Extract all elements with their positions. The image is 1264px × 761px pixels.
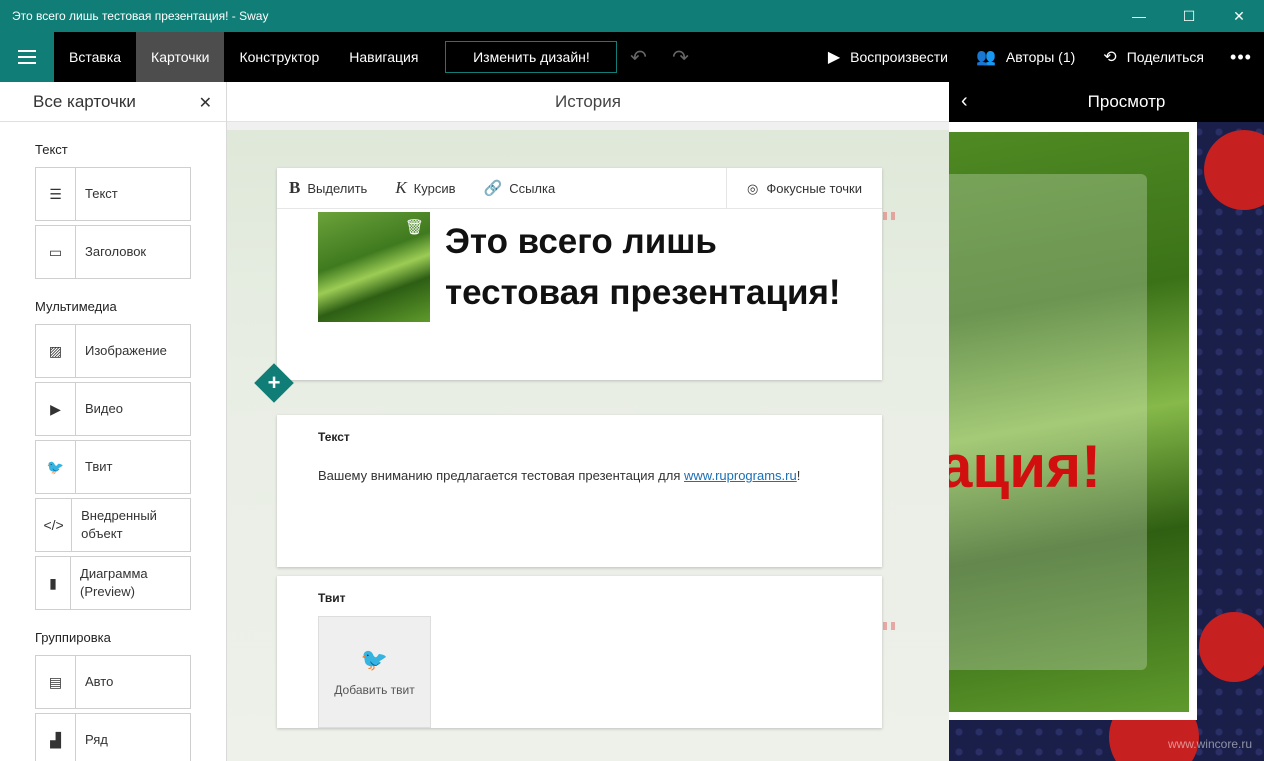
group-label-text: Текст [35, 142, 68, 157]
undo-icon[interactable]: ↶ [617, 32, 659, 82]
all-cards-title: Все карточки [33, 91, 136, 111]
italic-button[interactable]: K Курсив [395, 178, 455, 198]
story-header: История [227, 82, 949, 122]
watermark: www.wincore.ru [1167, 737, 1252, 751]
tab-designer[interactable]: Конструктор [224, 32, 334, 82]
title-image[interactable]: 🗑 [318, 212, 430, 322]
preview-overlay [949, 174, 1147, 670]
maximize-button[interactable]: ☐ [1164, 0, 1214, 32]
link-button[interactable]: 🔗 Ссылка [484, 179, 556, 197]
card-text[interactable]: ☰ Текст [35, 167, 191, 221]
add-tweet-label: Добавить твит [334, 683, 415, 697]
body-suffix: ! [796, 468, 801, 483]
card-label: Твит [85, 459, 113, 474]
body-text: Вашему вниманию предлагается тестовая пр… [318, 468, 685, 483]
authors-button[interactable]: 👥 Авторы (1) [962, 32, 1089, 82]
tab-cards[interactable]: Карточки [136, 32, 225, 82]
play-label: Воспроизвести [850, 49, 948, 65]
text-lines-icon: ☰ [36, 168, 76, 220]
link-label: Ссылка [509, 180, 556, 196]
title-text[interactable]: Это всего лишь тестовая презентация! [445, 216, 865, 318]
add-card-button[interactable]: + [254, 363, 294, 403]
card-row[interactable]: ▟ Ряд [35, 713, 191, 761]
card-caption: Твит [318, 591, 346, 605]
twitter-bird-icon: 🐦 [360, 647, 389, 672]
change-design-button[interactable]: Изменить дизайн! [445, 41, 618, 73]
minimize-button[interactable]: — [1114, 0, 1164, 32]
tab-navigation[interactable]: Навигация [334, 32, 433, 82]
play-button[interactable]: ▶ Воспроизвести [814, 32, 962, 82]
tab-insert[interactable]: Вставка [54, 32, 136, 82]
window-titlebar: Это всего лишь тестовая презентация! - S… [0, 0, 1264, 32]
card-embed[interactable]: </> Внедренный объект [35, 498, 191, 552]
card-caption: Текст [318, 430, 350, 444]
title-card[interactable]: B Выделить K Курсив 🔗 Ссылка ◎ Фокусные … [277, 168, 882, 380]
text-card[interactable]: Текст Вашему вниманию предлагается тесто… [277, 415, 882, 567]
card-label: Текст [85, 186, 118, 201]
group-label-grouping: Группировка [35, 630, 111, 645]
card-auto[interactable]: ▤ Авто [35, 655, 191, 709]
plus-icon: + [267, 370, 281, 395]
people-icon: 👥 [976, 49, 996, 66]
italic-label: Курсив [413, 180, 456, 196]
ribbon: Вставка Карточки Конструктор Навигация И… [0, 32, 1264, 82]
play-icon: ▶ [827, 49, 841, 66]
redo-icon[interactable]: ↷ [659, 32, 701, 82]
preview-panel: ация! ‹ Просмотр www.wincore.ru [949, 82, 1264, 761]
story-panel: История B Выделить K Курсив 🔗 Ссылка ◎ Ф… [227, 82, 949, 761]
focus-points-label: Фокусные точки [766, 181, 862, 196]
all-cards-panel: Все карточки ✕ Текст ☰ Текст ▭ Заголовок… [0, 82, 227, 761]
focus-points-icon: ◎ [747, 180, 759, 196]
preview-title: Просмотр [1087, 92, 1166, 111]
hamburger-menu-icon[interactable] [0, 32, 54, 82]
share-button[interactable]: ⟲ Поделиться [1089, 32, 1218, 82]
italic-icon: K [395, 178, 407, 197]
row-stack-icon: ▟ [36, 714, 76, 761]
card-label: Видео [85, 401, 123, 416]
text-toolbar: B Выделить K Курсив 🔗 Ссылка ◎ Фокусные … [277, 168, 882, 209]
back-chevron-icon[interactable]: ‹ [961, 90, 968, 113]
decorative-flower [1199, 612, 1264, 682]
card-label: Авто [85, 674, 114, 689]
all-cards-header: Все карточки ✕ [0, 82, 226, 122]
card-label: Ряд [85, 732, 108, 747]
card-image[interactable]: ▨ Изображение [35, 324, 191, 378]
preview-header: ‹ Просмотр [949, 82, 1264, 122]
close-panel-icon[interactable]: ✕ [199, 93, 212, 113]
window-title: Это всего лишь тестовая презентация! - S… [12, 9, 269, 23]
bold-button[interactable]: B Выделить [289, 178, 367, 198]
authors-label: Авторы (1) [1005, 49, 1076, 65]
share-label: Поделиться [1126, 49, 1204, 65]
tweet-card[interactable]: Твит 🐦 Добавить твит [277, 576, 882, 728]
card-tweet[interactable]: 🐦 Твит [35, 440, 191, 494]
card-label: Диаграмма (Preview) [80, 566, 148, 599]
share-icon: ⟲ [1103, 49, 1117, 66]
bold-icon: B [289, 178, 301, 197]
twitter-bird-icon: 🐦 [36, 441, 76, 493]
card-video[interactable]: ▶ Видео [35, 382, 191, 436]
trash-icon[interactable]: 🗑 [405, 218, 424, 236]
link-icon: 🔗 [483, 180, 503, 197]
card-label: Заголовок [85, 244, 147, 259]
group-label-media: Мультимедиа [35, 299, 117, 314]
text-card-body[interactable]: Вашему вниманию предлагается тестовая пр… [318, 468, 800, 483]
auto-group-icon: ▤ [36, 656, 76, 708]
card-label: Внедренный объект [81, 508, 157, 541]
bar-chart-icon: ▮ [36, 557, 72, 609]
video-play-icon: ▶ [36, 383, 76, 435]
focus-points-button[interactable]: ◎ Фокусные точки [726, 168, 882, 209]
body-link[interactable]: www.ruprograms.ru [684, 468, 797, 483]
bold-label: Выделить [307, 180, 368, 196]
card-chart[interactable]: ▮ Диаграмма (Preview) [35, 556, 191, 610]
add-tweet-button[interactable]: 🐦 Добавить твит [318, 616, 431, 728]
embed-code-icon: </> [36, 499, 73, 551]
card-heading[interactable]: ▭ Заголовок [35, 225, 191, 279]
more-options-button[interactable]: ••• [1218, 32, 1264, 82]
heading-icon: ▭ [36, 226, 76, 278]
card-label: Изображение [85, 343, 167, 358]
image-icon: ▨ [36, 325, 76, 377]
preview-title-text: ация! [949, 433, 1102, 500]
close-window-button[interactable]: ✕ [1214, 0, 1264, 32]
